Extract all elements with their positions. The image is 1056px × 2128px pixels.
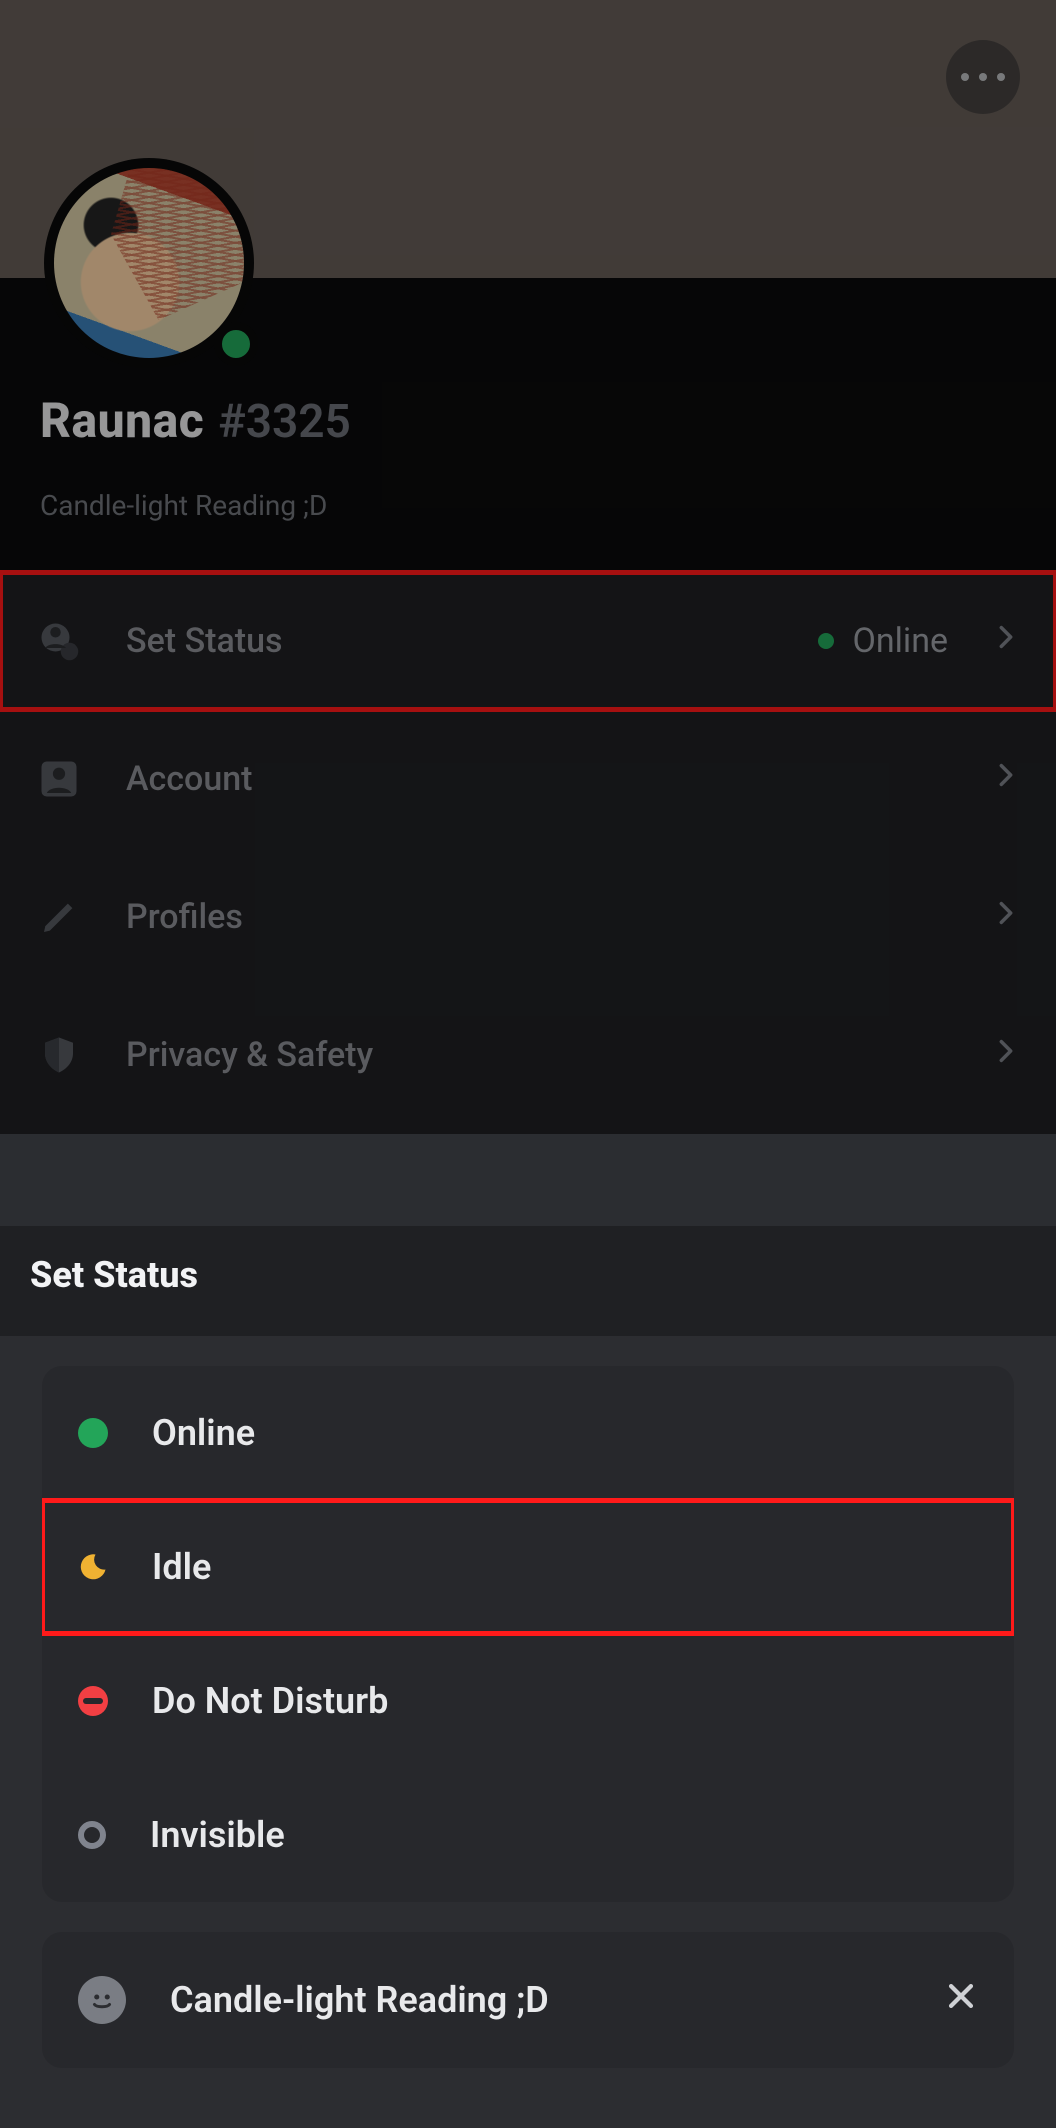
account-icon — [36, 756, 82, 802]
online-icon — [78, 1418, 108, 1448]
invisible-icon — [78, 1821, 106, 1849]
privacy-safety-row[interactable]: Privacy & Safety — [0, 986, 1056, 1134]
status-value: Online — [852, 621, 948, 661]
sheet-title: Set Status — [0, 1226, 1056, 1336]
idle-icon — [78, 1552, 108, 1582]
account-label: Account — [126, 759, 948, 799]
settings-list: Set Status Online Account — [0, 572, 1056, 1134]
status-options-card: Online Idle Do Not Disturb Invisible — [42, 1366, 1014, 1902]
clear-status-button[interactable] — [944, 1979, 978, 2022]
profiles-row[interactable]: Profiles — [0, 848, 1056, 986]
set-status-row[interactable]: Set Status Online — [0, 572, 1056, 710]
custom-status-text: Candle-light Reading ;D — [40, 489, 1016, 522]
status-option-label: Online — [152, 1412, 255, 1454]
status-option-online[interactable]: Online — [42, 1366, 1014, 1500]
status-option-label: Invisible — [150, 1814, 285, 1856]
dnd-icon — [78, 1686, 108, 1716]
shield-icon — [36, 1032, 82, 1078]
privacy-safety-label: Privacy & Safety — [126, 1035, 948, 1075]
more-options-button[interactable] — [946, 40, 1020, 114]
chevron-right-icon — [992, 1034, 1020, 1077]
username: Raunac — [40, 392, 204, 449]
status-option-label: Do Not Disturb — [152, 1680, 388, 1722]
status-option-idle[interactable]: Idle — [42, 1500, 1014, 1634]
account-row[interactable]: Account — [0, 710, 1056, 848]
status-option-label: Idle — [152, 1546, 211, 1588]
custom-status-text: Candle-light Reading ;D — [170, 1979, 549, 2021]
presence-online-icon — [214, 322, 258, 366]
profiles-label: Profiles — [126, 897, 948, 937]
status-option-invisible[interactable]: Invisible — [42, 1768, 1014, 1902]
chevron-right-icon — [992, 896, 1020, 939]
status-dot-icon — [818, 633, 834, 649]
pencil-icon — [36, 894, 82, 940]
set-status-label: Set Status — [126, 621, 774, 661]
discriminator: #3325 — [218, 395, 351, 449]
chevron-right-icon — [992, 758, 1020, 801]
avatar[interactable] — [44, 158, 254, 368]
status-option-dnd[interactable]: Do Not Disturb — [42, 1634, 1014, 1768]
status-icon — [36, 618, 82, 664]
custom-status-row[interactable]: Candle-light Reading ;D — [42, 1932, 1014, 2068]
chevron-right-icon — [992, 620, 1020, 663]
smile-icon — [78, 1976, 126, 2024]
profile-header: Raunac #3325 Candle-light Reading ;D — [0, 278, 1056, 572]
